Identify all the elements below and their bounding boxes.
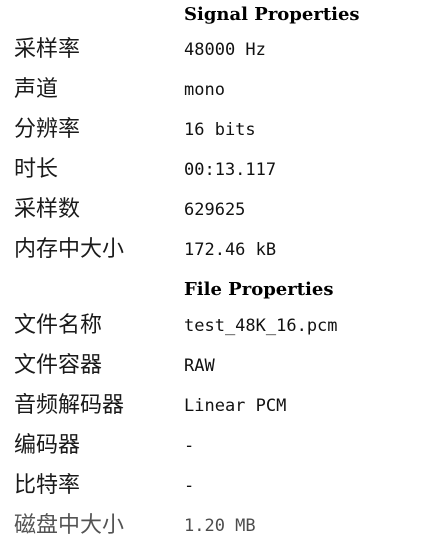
property-value: RAW <box>184 356 215 376</box>
property-label: 编码器 <box>14 433 81 458</box>
property-row-encoder: 编码器 - <box>0 426 424 466</box>
property-label: 时长 <box>14 157 59 182</box>
property-label: 采样数 <box>14 197 81 222</box>
property-label: 比特率 <box>14 473 81 498</box>
property-row-sample-count: 采样数 629625 <box>0 190 424 230</box>
property-row-file-container: 文件容器 RAW <box>0 346 424 386</box>
property-value: Linear PCM <box>184 396 287 416</box>
property-value: - <box>184 476 195 496</box>
property-row-sample-rate: 采样率 48000 Hz <box>0 30 424 70</box>
property-row-channels: 声道 mono <box>0 70 424 110</box>
property-label: 分辨率 <box>14 117 81 142</box>
property-value: test_48K_16.pcm <box>184 316 338 336</box>
property-label: 文件容器 <box>14 353 103 378</box>
property-label: 文件名称 <box>14 313 103 338</box>
property-value: 172.46 kB <box>184 240 277 260</box>
property-value: mono <box>184 80 225 100</box>
property-row-resolution: 分辨率 16 bits <box>0 110 424 150</box>
property-value: 48000 Hz <box>184 40 266 60</box>
property-row-memory-size: 内存中大小 172.46 kB <box>0 230 424 270</box>
property-label: 音频解码器 <box>14 393 125 418</box>
property-value: 629625 <box>184 200 246 220</box>
property-row-audio-decoder: 音频解码器 Linear PCM <box>0 386 424 426</box>
file-properties-header: File Properties <box>184 279 334 300</box>
property-value: 00:13.117 <box>184 160 277 180</box>
property-row-duration: 时长 00:13.117 <box>0 150 424 190</box>
property-label: 声道 <box>14 77 59 102</box>
property-value: 1.20 MB <box>184 516 256 536</box>
property-row-file-name: 文件名称 test_48K_16.pcm <box>0 306 424 346</box>
property-row-disk-size: 磁盘中大小 1.20 MB <box>0 506 424 546</box>
property-row-bitrate: 比特率 - <box>0 466 424 506</box>
properties-panel: Signal Properties 采样率 48000 Hz 声道 mono 分… <box>0 0 424 544</box>
property-label: 采样率 <box>14 37 81 62</box>
property-value: 16 bits <box>184 120 256 140</box>
property-label: 磁盘中大小 <box>14 513 125 538</box>
property-value: - <box>184 436 195 456</box>
property-label: 内存中大小 <box>14 237 125 262</box>
signal-properties-header: Signal Properties <box>184 4 360 25</box>
